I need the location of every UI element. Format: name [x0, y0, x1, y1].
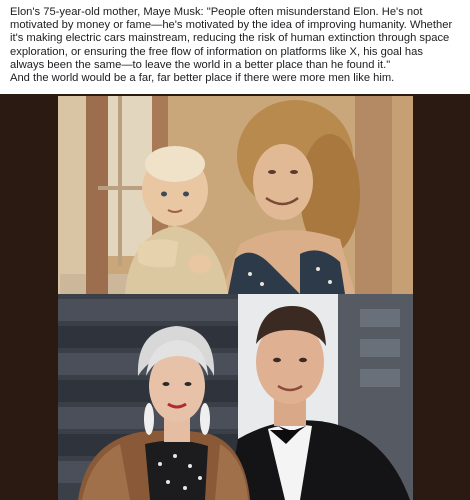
post-photo-collage[interactable]: [0, 94, 470, 500]
vintage-mother-and-baby-photo[interactable]: [58, 96, 413, 294]
post-body: Elon's 75-year-old mother, Maye Musk: "P…: [10, 6, 453, 71]
social-post: Elon's 75-year-old mother, Maye Musk: "P…: [0, 0, 470, 500]
photo-collage-graphic: [0, 94, 470, 500]
mother-and-son-red-carpet-photo[interactable]: [58, 294, 413, 500]
post-closing-line: And the world would be a far, far better…: [10, 72, 395, 85]
post-text: Elon's 75-year-old mother, Maye Musk: "P…: [0, 0, 470, 94]
